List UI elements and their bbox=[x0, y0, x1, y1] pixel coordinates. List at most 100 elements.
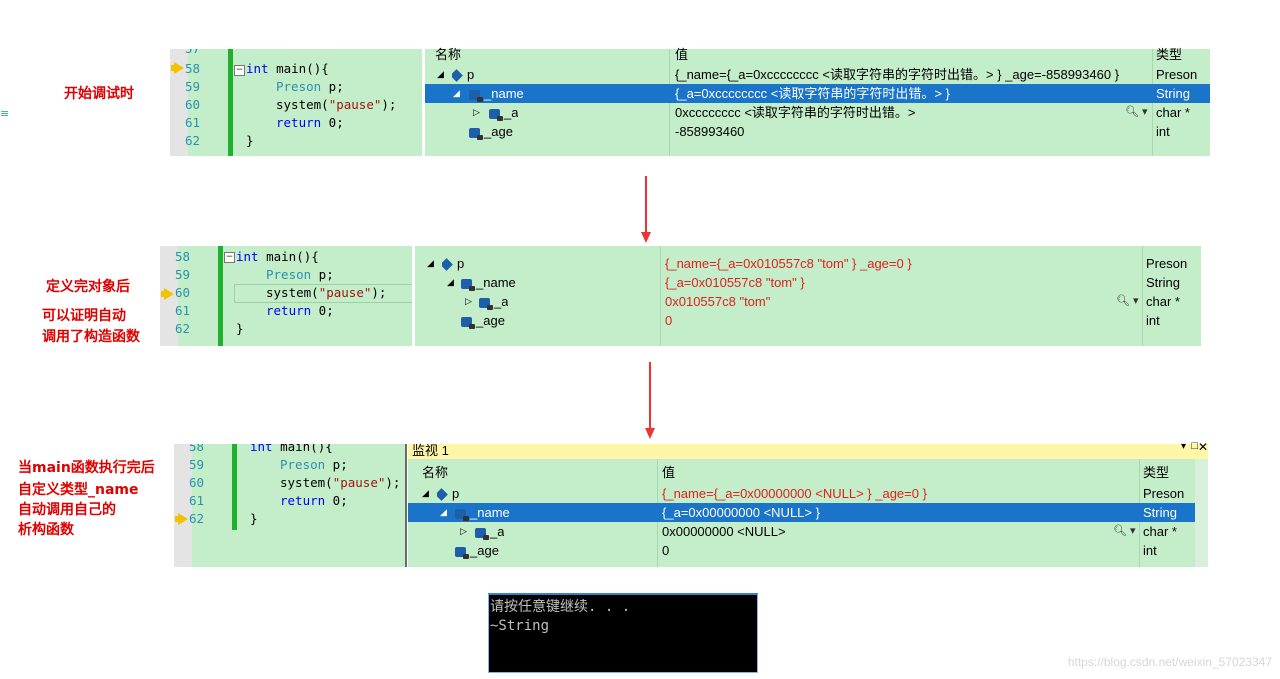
watch-row-name[interactable]: ◢ _name {_a=0xcccccccc <读取字符串的字符时出错。> } … bbox=[425, 84, 1210, 103]
code-text: ); bbox=[381, 97, 397, 112]
expand-triangle-icon[interactable]: ◢ bbox=[427, 254, 434, 273]
member-icon bbox=[479, 297, 493, 310]
member-icon bbox=[469, 127, 483, 140]
close-icon[interactable]: ✕ bbox=[1198, 440, 1208, 454]
watch-row-a[interactable]: ▷ _a 0x010557c8 "tom" 🔍︎ ▾ char * bbox=[415, 292, 1201, 311]
watch-row-age[interactable]: _age 0 int bbox=[408, 541, 1195, 560]
watch-row-name[interactable]: ◢ _name {_a=0x00000000 <NULL> } String bbox=[408, 503, 1195, 522]
annotation-after-define-2: 可以证明自动 bbox=[42, 308, 126, 324]
expand-triangle-icon[interactable]: ◢ bbox=[447, 273, 454, 292]
watch-row-p[interactable]: ◢ p {_name={_a=0xcccccccc <读取字符串的字符时出错。>… bbox=[425, 65, 1210, 84]
line-number: 57 bbox=[170, 49, 200, 58]
object-icon bbox=[442, 258, 453, 271]
expand-triangle-icon[interactable]: ◢ bbox=[422, 484, 429, 503]
watch-var-type: String bbox=[1143, 505, 1177, 520]
code-text: 0; bbox=[325, 493, 348, 508]
collapsed-triangle-icon[interactable]: ▷ bbox=[460, 522, 467, 541]
watch-var-type: int bbox=[1146, 313, 1160, 328]
edge-fragment: ≡ bbox=[0, 107, 10, 120]
watch-var-name: p bbox=[467, 67, 475, 82]
vertical-scrollbar[interactable] bbox=[1195, 459, 1208, 567]
watch-var-value: {_name={_a=0x00000000 <NULL> } _age=0 } bbox=[662, 486, 927, 501]
code-editor-1: − 57 58int main(){ 59Preson p; 60system(… bbox=[170, 49, 422, 156]
code-type: Preson bbox=[280, 457, 326, 472]
object-icon bbox=[452, 69, 463, 82]
column-header-value[interactable]: 值 bbox=[662, 462, 675, 481]
panel-splitter[interactable] bbox=[405, 444, 407, 567]
code-string: "pause" bbox=[318, 285, 372, 300]
line-number: 61 bbox=[188, 493, 204, 508]
column-header-name[interactable]: 名称 bbox=[435, 45, 461, 64]
code-keyword: int bbox=[236, 249, 259, 264]
code-text: main(){ bbox=[268, 61, 329, 76]
collapsed-triangle-icon[interactable]: ▷ bbox=[473, 103, 480, 122]
watch-var-value: -858993460 bbox=[675, 124, 745, 139]
collapsed-triangle-icon[interactable]: ▷ bbox=[465, 292, 472, 311]
watch-row-p[interactable]: ◢ p {_name={_a=0x00000000 <NULL> } _age=… bbox=[408, 484, 1195, 503]
arrow-head-icon bbox=[641, 232, 651, 243]
code-text: p; bbox=[311, 267, 334, 282]
watch-window-1: 名称 值 类型 ◢ p {_name={_a=0xcccccccc <读取字符串… bbox=[425, 47, 1210, 156]
watch-var-type: char * bbox=[1156, 105, 1190, 120]
line-number: 59 bbox=[188, 457, 204, 472]
watch-row-name[interactable]: ◢ _name {_a=0x010557c8 "tom" } String bbox=[415, 273, 1201, 292]
code-string: "pause" bbox=[332, 475, 386, 490]
annotation-debug-start: 开始调试时 bbox=[64, 86, 134, 102]
watch-var-name: _a bbox=[504, 105, 519, 120]
watch-row-a[interactable]: ▷ _a 0x00000000 <NULL> 🔍︎ ▾ char * bbox=[408, 522, 1195, 541]
code-editor-2: − 58 int main(){ 59 Preson p; 60 system("pa… bbox=[160, 246, 412, 346]
watch-row-age[interactable]: _age 0 int bbox=[415, 311, 1201, 330]
expand-triangle-icon[interactable]: ◢ bbox=[437, 65, 444, 84]
expand-triangle-icon[interactable]: ◢ bbox=[440, 503, 447, 522]
watch-var-name: _age bbox=[476, 313, 505, 328]
code-text: main(){ bbox=[258, 249, 319, 264]
column-header-type[interactable]: 类型 bbox=[1156, 45, 1182, 64]
watch-row-p[interactable]: ◢ p {_name={_a=0x010557c8 "tom" } _age=0… bbox=[415, 254, 1201, 273]
watch-row-age[interactable]: _age -858993460 int bbox=[425, 122, 1210, 141]
watch-tab-title: 监视 1 bbox=[412, 443, 449, 458]
annotation-after-define-3: 调用了构造函数 bbox=[42, 329, 140, 345]
expand-triangle-icon[interactable]: ◢ bbox=[453, 84, 460, 103]
text-visualizer-magnifier-icon[interactable]: 🔍︎ ▾ bbox=[1116, 292, 1139, 311]
watch-var-value: 0xcccccccc <读取字符串的字符时出错。> bbox=[675, 105, 916, 120]
code-text: 0; bbox=[311, 303, 334, 318]
line-number: 59 bbox=[174, 267, 190, 282]
line-number: 59 bbox=[184, 79, 200, 94]
text-visualizer-magnifier-icon[interactable]: 🔍︎ ▾ bbox=[1113, 522, 1136, 541]
code-text: system( bbox=[276, 97, 329, 112]
watch-var-value: 0 bbox=[665, 313, 673, 328]
arrow-head-icon bbox=[645, 428, 655, 439]
code-text: } bbox=[236, 321, 244, 336]
watch-var-type: Preson bbox=[1156, 67, 1198, 82]
code-type: Preson bbox=[276, 79, 322, 94]
watch-var-name: _a bbox=[494, 294, 509, 309]
member-icon bbox=[461, 316, 475, 329]
watch-var-name: _name bbox=[476, 275, 516, 290]
watch-tab-header[interactable]: 监视 1 ▾ □ ✕ bbox=[408, 440, 1208, 459]
column-header-value[interactable]: 值 bbox=[675, 45, 688, 64]
code-keyword: return bbox=[266, 303, 312, 318]
code-string: "pause" bbox=[328, 97, 382, 112]
code-text: p; bbox=[321, 79, 344, 94]
watch-var-value: 0 bbox=[662, 543, 670, 558]
line-number: 58 bbox=[184, 61, 200, 76]
annotation-after-main-4: 析构函数 bbox=[18, 522, 74, 538]
dropdown-icon[interactable]: ▾ bbox=[1181, 441, 1186, 452]
member-icon bbox=[455, 508, 469, 521]
column-header-type[interactable]: 类型 bbox=[1143, 462, 1169, 481]
flow-arrow bbox=[649, 362, 651, 430]
member-icon bbox=[469, 89, 483, 102]
annotation-after-main-3: 自动调用自己的 bbox=[18, 502, 116, 518]
code-text: system( bbox=[280, 475, 333, 490]
watch-var-name: p bbox=[452, 486, 460, 501]
console-window[interactable]: 请按任意键继续. . . ~String bbox=[488, 593, 758, 673]
code-text: main(){ bbox=[272, 444, 333, 454]
member-icon bbox=[475, 527, 489, 540]
watermark: https://blog.csdn.net/weixin_57023347 bbox=[1067, 655, 1272, 669]
watch-var-type: String bbox=[1146, 275, 1180, 290]
watch-row-a[interactable]: ▷ _a 0xcccccccc <读取字符串的字符时出错。> 🔍︎ ▾ char… bbox=[425, 103, 1210, 122]
line-number: 60 bbox=[184, 97, 200, 112]
watch-var-type: Preson bbox=[1143, 486, 1185, 501]
text-visualizer-magnifier-icon[interactable]: 🔍︎ ▾ bbox=[1125, 103, 1148, 122]
column-header-name[interactable]: 名称 bbox=[422, 462, 448, 481]
